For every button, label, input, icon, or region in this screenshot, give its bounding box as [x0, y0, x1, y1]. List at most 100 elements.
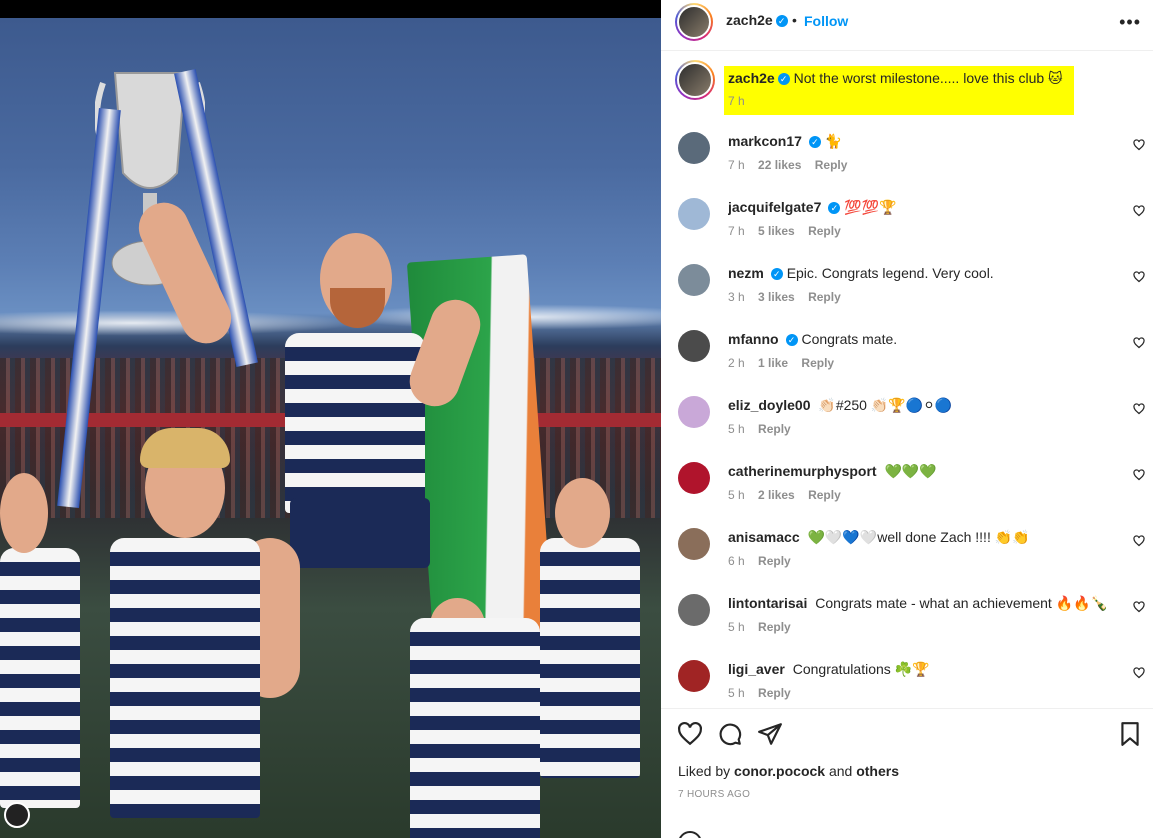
avatar[interactable]: [675, 3, 713, 41]
follow-button[interactable]: Follow: [804, 13, 848, 29]
comment-likes[interactable]: 22 likes: [758, 158, 801, 172]
comment-body: Congratulations ☘️🏆: [792, 661, 930, 677]
comment-avatar[interactable]: [678, 528, 710, 560]
teammate-hair: [140, 428, 230, 468]
top-black-bar: [0, 0, 661, 18]
comment-item: mfanno ✓ Congrats mate. 2 h 1 like Reply: [661, 322, 1153, 388]
comment-like-heart-icon[interactable]: [1133, 667, 1145, 679]
verified-icon: ✓: [828, 202, 841, 215]
comment-likes[interactable]: 2 likes: [758, 488, 795, 502]
comment-avatar[interactable]: [678, 132, 710, 164]
save-bookmark-icon[interactable]: [1117, 721, 1143, 747]
comment-avatar[interactable]: [678, 462, 710, 494]
comment-time: 7 h: [728, 224, 745, 238]
comment-like-heart-icon[interactable]: [1133, 403, 1145, 415]
comment-text: eliz_doyle00 👏🏻#250 👏🏻🏆🔵⚪🔵: [728, 397, 1108, 414]
comment-reply-button[interactable]: Reply: [815, 158, 848, 172]
share-icon[interactable]: [757, 721, 783, 747]
teammate-left-guernsey: [0, 548, 80, 808]
more-options-icon[interactable]: •••: [1119, 12, 1141, 33]
comment-likes[interactable]: 3 likes: [758, 290, 795, 304]
teammate-right-guernsey: [540, 538, 640, 778]
post-actions: Liked by conor.pocock and others 7 HOURS…: [661, 708, 1153, 838]
comment-like-heart-icon[interactable]: [1133, 205, 1145, 217]
comment-username[interactable]: lintontarisai: [728, 595, 807, 611]
comment-time: 2 h: [728, 356, 745, 370]
comment-reply-button[interactable]: Reply: [808, 224, 841, 238]
comment-like-heart-icon[interactable]: [1133, 271, 1145, 283]
comment-item: lintontarisai Congrats mate - what an ac…: [661, 586, 1153, 652]
comment-body: 💚💚💚: [884, 463, 937, 479]
comment-avatar[interactable]: [678, 594, 710, 626]
comment-avatar[interactable]: [678, 660, 710, 692]
caption-body: Not the worst milestone..... love this c…: [793, 70, 1063, 86]
teammate-guernsey: [110, 538, 260, 818]
comment-username[interactable]: jacquifelgate7: [728, 199, 821, 215]
comment-text: ligi_aver Congratulations ☘️🏆: [728, 661, 1108, 678]
comment-body: Congrats mate - what an achievement 🔥🔥🍾🍾: [815, 595, 1108, 611]
verified-icon: ✓: [775, 15, 788, 28]
caption-text: zach2e ✓ Not the worst milestone..... lov…: [728, 70, 1068, 87]
comment-icon[interactable]: [717, 721, 743, 747]
comment-reply-button[interactable]: Reply: [801, 356, 834, 370]
comment-text: anisamacc 💚🤍💙🤍well done Zach !!!! 👏👏: [728, 529, 1108, 546]
comment-like-heart-icon[interactable]: [1133, 337, 1145, 349]
comment-item: anisamacc 💚🤍💙🤍well done Zach !!!! 👏👏 6 h…: [661, 520, 1153, 586]
post-header: zach2e ✓ • Follow •••: [661, 0, 1153, 51]
player-shorts: [290, 498, 430, 568]
tagged-user-icon[interactable]: [4, 802, 30, 828]
like-heart-icon[interactable]: [677, 721, 703, 747]
comment-reply-button[interactable]: Reply: [758, 686, 791, 700]
comment-reply-button[interactable]: Reply: [808, 290, 841, 304]
emoji-icon[interactable]: [678, 831, 702, 838]
comment-time: 6 h: [728, 554, 745, 568]
comment-meta: 5 h Reply: [728, 422, 801, 436]
comment-body: Congrats mate.: [801, 331, 898, 347]
post-time-ago: 7 HOURS AGO: [678, 789, 751, 800]
comment-time: 5 h: [728, 686, 745, 700]
comment-reply-button[interactable]: Reply: [808, 488, 841, 502]
verified-icon: ✓: [770, 268, 783, 281]
comment-username[interactable]: ligi_aver: [728, 661, 785, 677]
comment-avatar[interactable]: [678, 396, 710, 428]
liked-by-others[interactable]: others: [856, 763, 899, 779]
comment-text: jacquifelgate7 ✓ 💯💯🏆: [728, 199, 1108, 216]
comment-username[interactable]: catherinemurphysport: [728, 463, 877, 479]
caption-avatar[interactable]: [675, 60, 715, 100]
comment-body: 🐈: [824, 133, 843, 149]
comment-reply-button[interactable]: Reply: [758, 422, 791, 436]
comment-item: eliz_doyle00 👏🏻#250 👏🏻🏆🔵⚪🔵 5 h Reply: [661, 388, 1153, 454]
comment-avatar[interactable]: [678, 198, 710, 230]
comment-like-heart-icon[interactable]: [1133, 535, 1145, 547]
comment-meta: 6 h Reply: [728, 554, 801, 568]
comment-reply-button[interactable]: Reply: [758, 620, 791, 634]
player-guernsey: [285, 333, 425, 513]
comment-username[interactable]: eliz_doyle00: [728, 397, 811, 413]
caption-username[interactable]: zach2e: [728, 70, 775, 86]
comment-username[interactable]: anisamacc: [728, 529, 800, 545]
comment-item: nezm ✓ Epic. Congrats legend. Very cool. …: [661, 256, 1153, 322]
comment-username[interactable]: mfanno: [728, 331, 779, 347]
comment-avatar[interactable]: [678, 264, 710, 296]
comment-avatar[interactable]: [678, 330, 710, 362]
comment-likes[interactable]: 1 like: [758, 356, 788, 370]
comment-meta: 5 h 2 likes Reply: [728, 488, 851, 502]
comment-like-heart-icon[interactable]: [1133, 601, 1145, 613]
teammate-left-head: [0, 473, 48, 553]
comment-time: 5 h: [728, 488, 745, 502]
comment-like-heart-icon[interactable]: [1133, 469, 1145, 481]
comment-time: 7 h: [728, 158, 745, 172]
liked-by-user[interactable]: conor.pocock: [734, 763, 825, 779]
comment-likes[interactable]: 5 likes: [758, 224, 795, 238]
comment-username[interactable]: markcon17: [728, 133, 802, 149]
post-photo[interactable]: [0, 18, 661, 838]
comment-time: 5 h: [728, 620, 745, 634]
comment-meta: 7 h 22 likes Reply: [728, 158, 857, 172]
comment-reply-button[interactable]: Reply: [758, 554, 791, 568]
comment-body: 👏🏻#250 👏🏻🏆🔵⚪🔵: [818, 397, 953, 413]
comment-username[interactable]: nezm: [728, 265, 764, 281]
comment-text: nezm ✓ Epic. Congrats legend. Very cool.: [728, 265, 1108, 281]
comment-like-heart-icon[interactable]: [1133, 139, 1145, 151]
comment-text: mfanno ✓ Congrats mate.: [728, 331, 1108, 347]
header-username[interactable]: zach2e ✓: [726, 12, 788, 28]
